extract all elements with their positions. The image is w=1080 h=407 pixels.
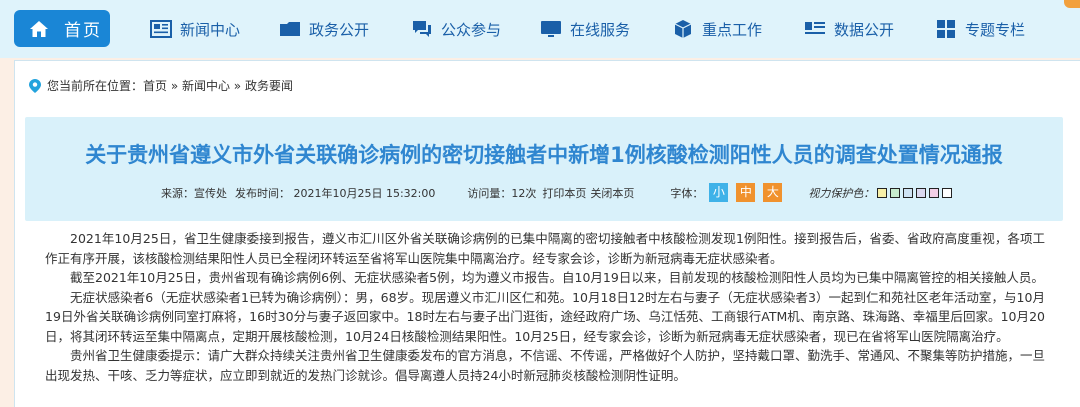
list-icon: [804, 18, 826, 40]
nav-label: 新闻中心: [180, 20, 241, 39]
article-title: 关于贵州省遵义市外省关联确诊病例的密切接触者中新增1例核酸检测阳性人员的调查处置…: [85, 143, 1003, 167]
eye-color-blue[interactable]: [903, 187, 914, 198]
article-paragraph: 2021年10月25日，省卫生健康委接到报告，遵义市汇川区外省关联确诊病例的已集…: [45, 231, 1045, 266]
content-panel: 您当前所在位置： 首页 » 新闻中心 » 政务要闻 关于贵州省遵义市外省关联确诊…: [14, 60, 1080, 407]
article-paragraph: 贵州省卫生健康委提示：请广大群众持续关注贵州省卫生健康委发布的官方消息，不信谣、…: [45, 348, 1046, 383]
newspaper-icon: [150, 18, 172, 40]
nav-label: 政务公开: [309, 20, 370, 39]
cube-icon: [672, 18, 694, 40]
font-large-button[interactable]: 大: [763, 183, 783, 202]
article-publish-time: 发布时间： 2021年10月25日 15:32:00: [235, 186, 436, 200]
nav-special-column[interactable]: 专题专栏: [935, 14, 1025, 44]
nav-online-service[interactable]: 在线服务: [540, 14, 630, 44]
article-meta: 来源：宣传处 发布时间： 2021年10月25日 15:32:00 访问量：12…: [161, 183, 953, 202]
nav-key-work[interactable]: 重点工作: [672, 14, 762, 44]
article-body: 2021年10月25日，省卫生健康委接到报告，遵义市汇川区外省关联确诊病例的已集…: [45, 229, 1045, 385]
nav-public-participation[interactable]: 公众参与: [411, 14, 501, 44]
font-small-button[interactable]: 小: [709, 183, 729, 202]
eye-color-green[interactable]: [890, 187, 901, 198]
close-link[interactable]: 关闭本页: [590, 185, 634, 201]
font-size-label: 字体：: [670, 186, 704, 200]
nav-open-data[interactable]: 数据公开: [804, 14, 894, 44]
font-medium-button[interactable]: 中: [736, 183, 756, 202]
nav-home-label: 首页: [64, 21, 102, 41]
nav-label: 专题专栏: [965, 20, 1026, 39]
folder-icon: [279, 18, 301, 40]
nav-label: 在线服务: [570, 20, 631, 39]
article-paragraph: 无症状感染者6（无症状感染者1已转为确诊病例）：男，68岁。现居遵义市汇川区仁和…: [45, 289, 1045, 344]
nav-label: 数据公开: [834, 20, 895, 39]
top-navigation: 首页 新闻中心 政务公开 公众参与 在线服务 重点工作 数据公开 专题专栏: [0, 0, 1080, 58]
nav-label: 公众参与: [441, 20, 502, 39]
monitor-icon: [540, 18, 562, 40]
eye-color-pink[interactable]: [929, 187, 940, 198]
nav-gov-affairs[interactable]: 政务公开: [279, 14, 369, 44]
nav-label: 重点工作: [702, 20, 763, 39]
corner-accent: [1064, 0, 1080, 8]
article-header: 关于贵州省遵义市外省关联确诊病例的密切接触者中新增1例核酸检测阳性人员的调查处置…: [25, 117, 1063, 221]
breadcrumb-prefix: 您当前所在位置：: [47, 79, 144, 93]
grid-icon: [935, 18, 957, 40]
chat-icon: [411, 18, 433, 40]
breadcrumb-trail[interactable]: 首页 » 新闻中心 » 政务要闻: [143, 77, 293, 94]
eye-color-white[interactable]: [942, 187, 953, 198]
article-paragraph: 截至2021年10月25日，贵州省现有确诊病例6例、无症状感染者5例，均为遵义市…: [70, 270, 1044, 285]
nav-home-button[interactable]: 首页: [14, 10, 110, 47]
home-icon: [28, 19, 50, 39]
print-link[interactable]: 打印本页: [542, 185, 586, 201]
eye-care-label: 视力保护色：: [808, 186, 875, 200]
article-source: 来源：宣传处: [161, 186, 227, 200]
eye-color-lavender[interactable]: [916, 187, 927, 198]
nav-news-center[interactable]: 新闻中心: [150, 14, 240, 44]
eye-color-yellow[interactable]: [877, 187, 888, 198]
article-visits: 访问量：12次: [467, 186, 537, 200]
breadcrumb: 您当前所在位置： 首页 » 新闻中心 » 政务要闻: [29, 77, 293, 94]
location-pin-icon: [29, 78, 41, 93]
